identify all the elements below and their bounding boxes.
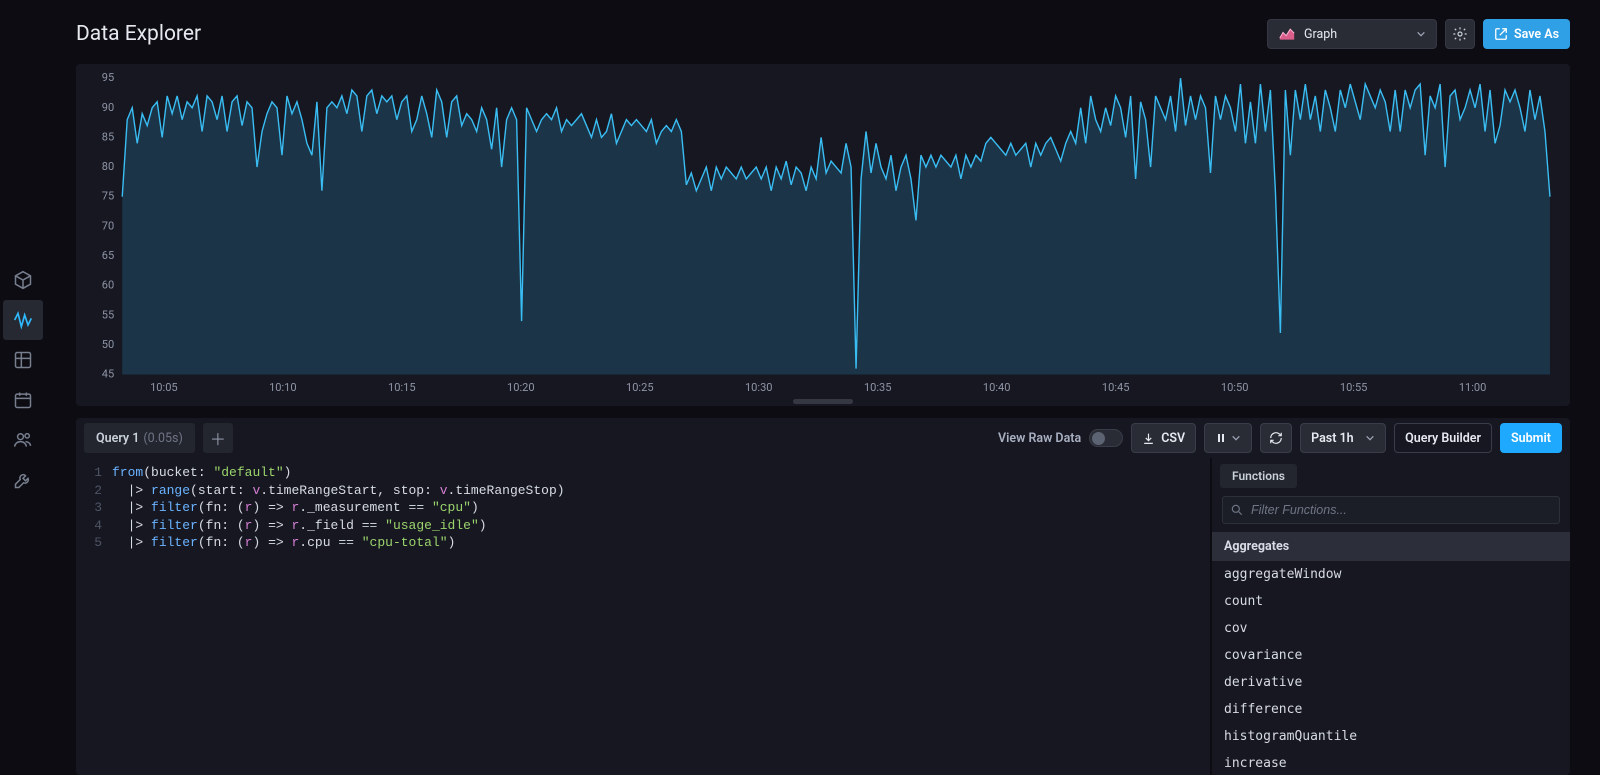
nav-settings[interactable] — [3, 460, 43, 500]
functions-tab[interactable]: Functions — [1220, 464, 1297, 488]
export-icon — [1494, 27, 1508, 41]
functions-search-input[interactable] — [1222, 496, 1560, 524]
query-duration: (0.05s) — [143, 431, 182, 446]
chevron-down-icon — [1416, 29, 1426, 39]
chart[interactable]: 45 50 55 60 65 70 75 80 85 90 95 10:05 10:10 10:15 10:… — [88, 72, 1558, 397]
svg-text:75: 75 — [102, 190, 114, 203]
pause-icon — [1215, 432, 1227, 444]
query-builder-button[interactable]: Query Builder — [1394, 423, 1492, 453]
time-range-label: Past 1h — [1311, 431, 1354, 446]
csv-export-button[interactable]: CSV — [1131, 423, 1196, 453]
svg-text:50: 50 — [102, 338, 114, 351]
functions-category: Aggregates — [1212, 532, 1570, 561]
svg-text:10:25: 10:25 — [626, 381, 654, 394]
functions-search — [1222, 496, 1560, 524]
gear-icon — [1452, 26, 1468, 42]
svg-text:95: 95 — [102, 72, 114, 84]
flux-editor[interactable]: 12345 from(bucket: "default") |> range(s… — [76, 458, 1210, 775]
search-icon — [1230, 502, 1244, 521]
query-tab-bar: Query 1 (0.05s) ＋ View Raw Data CSV — [76, 418, 1570, 458]
function-item[interactable]: histogramQuantile — [1212, 723, 1570, 750]
svg-text:80: 80 — [102, 160, 114, 173]
activity-icon — [13, 310, 33, 330]
sidebar — [0, 0, 46, 775]
add-query-tab[interactable]: ＋ — [203, 423, 233, 453]
save-as-label: Save As — [1514, 27, 1559, 42]
chevron-down-icon — [1365, 433, 1375, 443]
svg-text:90: 90 — [102, 101, 114, 114]
cube-icon — [13, 270, 33, 290]
svg-text:55: 55 — [102, 308, 114, 321]
svg-text:45: 45 — [102, 368, 114, 381]
svg-text:10:50: 10:50 — [1221, 381, 1249, 394]
panel-resize-handle[interactable] — [793, 399, 853, 404]
nav-org[interactable] — [3, 420, 43, 460]
download-icon — [1142, 432, 1155, 445]
page-title: Data Explorer — [76, 22, 1267, 46]
refresh-button[interactable] — [1260, 423, 1292, 453]
time-range-dropdown[interactable]: Past 1h — [1300, 423, 1386, 453]
wrench-icon — [13, 470, 33, 490]
calendar-icon — [13, 390, 33, 410]
function-item[interactable]: cov — [1212, 615, 1570, 642]
svg-text:10:05: 10:05 — [150, 381, 178, 394]
editor-code[interactable]: from(bucket: "default") |> range(start: … — [112, 464, 1210, 769]
svg-text:10:55: 10:55 — [1340, 381, 1368, 394]
viz-type-dropdown[interactable]: Graph — [1267, 19, 1437, 49]
svg-text:70: 70 — [102, 219, 114, 232]
functions-list: AggregatesaggregateWindowcountcovcovaria… — [1212, 532, 1570, 775]
viz-type-label: Graph — [1304, 27, 1337, 42]
pause-dropdown[interactable] — [1204, 423, 1252, 453]
function-item[interactable]: increase — [1212, 750, 1570, 775]
svg-text:11:00: 11:00 — [1459, 381, 1487, 394]
svg-text:10:35: 10:35 — [864, 381, 892, 394]
chart-panel: 45 50 55 60 65 70 75 80 85 90 95 10:05 10:10 10:15 10:… — [76, 64, 1570, 406]
viz-settings-button[interactable] — [1445, 19, 1475, 49]
view-raw-label: View Raw Data — [998, 431, 1081, 446]
svg-text:10:40: 10:40 — [983, 381, 1011, 394]
function-item[interactable]: covariance — [1212, 642, 1570, 669]
svg-text:85: 85 — [102, 130, 114, 143]
chevron-down-icon — [1231, 433, 1241, 443]
query-panel: Query 1 (0.05s) ＋ View Raw Data CSV — [76, 418, 1570, 775]
svg-text:65: 65 — [102, 249, 114, 262]
nav-explorer[interactable] — [3, 300, 43, 340]
svg-text:10:15: 10:15 — [388, 381, 416, 394]
query-tab-1[interactable]: Query 1 (0.05s) — [84, 423, 195, 453]
svg-text:10:30: 10:30 — [745, 381, 773, 394]
grid-icon — [13, 350, 33, 370]
nav-tasks[interactable] — [3, 380, 43, 420]
svg-text:60: 60 — [102, 279, 114, 292]
view-raw-toggle[interactable] — [1089, 429, 1123, 447]
nav-dashboards[interactable] — [3, 340, 43, 380]
submit-button[interactable]: Submit — [1500, 423, 1562, 453]
main-content: Data Explorer Graph Save As — [46, 0, 1600, 775]
svg-text:10:10: 10:10 — [269, 381, 297, 394]
query-tab-label: Query 1 — [96, 431, 139, 446]
save-as-button[interactable]: Save As — [1483, 19, 1570, 49]
function-item[interactable]: count — [1212, 588, 1570, 615]
svg-text:10:45: 10:45 — [1102, 381, 1130, 394]
editor-gutter: 12345 — [76, 464, 112, 769]
nav-cube[interactable] — [3, 260, 43, 300]
users-icon — [13, 430, 33, 450]
refresh-icon — [1269, 431, 1283, 445]
function-item[interactable]: derivative — [1212, 669, 1570, 696]
chart-area-icon — [1278, 25, 1296, 43]
page-header: Data Explorer Graph Save As — [76, 10, 1570, 58]
svg-text:10:20: 10:20 — [507, 381, 535, 394]
function-item[interactable]: difference — [1212, 696, 1570, 723]
functions-panel: Functions AggregatesaggregateWindowcount… — [1210, 458, 1570, 775]
csv-label: CSV — [1161, 431, 1185, 446]
function-item[interactable]: aggregateWindow — [1212, 561, 1570, 588]
